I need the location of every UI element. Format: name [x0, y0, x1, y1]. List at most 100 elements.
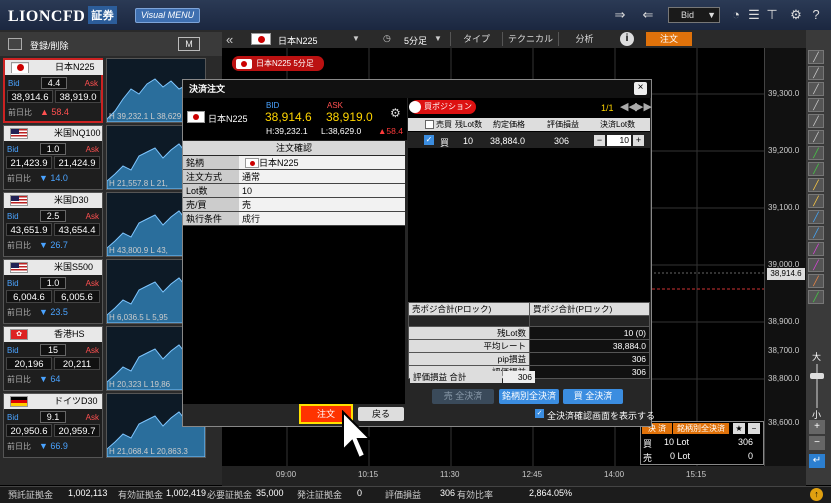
select-all-checkbox[interactable] — [425, 120, 434, 129]
footer-value: 306 — [440, 488, 456, 498]
drawing-tool-icon[interactable]: ╱ — [808, 98, 824, 112]
settle-by-symbol-button[interactable]: 銘柄別全決済 — [673, 423, 729, 434]
zoom-slider-handle[interactable] — [810, 373, 824, 379]
footer-label: 評価損益 — [385, 490, 422, 500]
star-icon[interactable]: ★ — [733, 423, 745, 434]
ask-price[interactable]: 21,424.9 — [54, 156, 100, 169]
buy-label: 買 — [643, 439, 653, 449]
spread-value: 1.0 — [40, 143, 66, 155]
bid-price[interactable]: 6,004.6 — [6, 290, 52, 303]
prev-day-label: 前日比 — [7, 442, 31, 451]
zoom-slider-track[interactable] — [816, 364, 818, 408]
drawing-tool-icon[interactable]: ╱ — [808, 274, 824, 288]
buy-all-button[interactable]: 買 全決済 — [563, 389, 623, 404]
drawing-tool-icon[interactable]: ╱ — [808, 226, 824, 240]
drawing-tool-icon[interactable]: ╱ — [808, 66, 824, 80]
bid-price[interactable]: 38,914.6 — [7, 90, 53, 103]
visual-menu-button[interactable]: Visual MENU — [135, 8, 200, 23]
instrument-card[interactable]: ドイツD30 Bid Ask 9.1 20,950.6 20,959.7 前日比… — [3, 393, 103, 458]
ask-price[interactable]: 20,211 — [54, 357, 100, 370]
rate-type-select[interactable]: Bid ▼ — [668, 7, 720, 23]
help-icon[interactable]: ? — [808, 7, 824, 23]
ask-label: Ask — [85, 346, 99, 355]
drawing-tool-icon[interactable]: ╱ — [808, 290, 824, 304]
drawing-tool-icon[interactable]: ╱ — [808, 130, 824, 144]
pie-chart-icon[interactable]: ◔ — [728, 7, 744, 23]
list-icon[interactable]: ☰ — [746, 7, 762, 23]
confirm-checkbox[interactable]: ✓ — [535, 409, 544, 418]
summary-value: 10 (0) — [529, 326, 650, 340]
confirm-checkbox-label: 全決済確認画面を表示する — [547, 411, 656, 421]
instrument-card[interactable]: 日本N225 Bid Ask 4.4 38,914.6 38,919.0 前日比… — [3, 58, 103, 123]
confirm-header: 注文確認 — [183, 141, 405, 155]
list-icon[interactable] — [8, 38, 22, 50]
minimize-icon[interactable]: − — [748, 423, 760, 434]
instrument-card[interactable]: 米国D30 Bid Ask 2.5 43,651.9 43,654.4 前日比 … — [3, 192, 103, 257]
drawing-tool-icon[interactable]: ╱ — [808, 178, 824, 192]
high-low-label: H 43,800.9 L 43, — [109, 246, 168, 255]
ask-price[interactable]: 6,005.6 — [54, 290, 100, 303]
return-icon[interactable]: ↵ — [809, 454, 825, 468]
summary-key: pip損益 — [408, 352, 530, 366]
radio-icon[interactable] — [409, 101, 421, 113]
register-delete-button[interactable]: 登録/削除 — [30, 39, 69, 52]
ask-price[interactable]: 20,959.7 — [54, 424, 100, 437]
tab-type[interactable]: タイプ — [450, 32, 502, 46]
drawing-tool-icon[interactable]: ╱ — [808, 194, 824, 208]
drawing-tool-icon[interactable]: ╱ — [808, 242, 824, 256]
chevron-down-icon[interactable]: ▼ — [352, 34, 360, 43]
scroll-top-icon[interactable]: ↑ — [810, 488, 823, 501]
gear-icon[interactable]: ⚙ — [390, 106, 401, 120]
bid-price[interactable]: 20,196 — [6, 357, 52, 370]
drawing-tool-icon[interactable]: ╱ — [808, 114, 824, 128]
drawing-tool-icon[interactable]: ╱ — [808, 258, 824, 272]
flag-icon — [187, 111, 205, 123]
close-lot-input[interactable]: 10 — [607, 135, 631, 146]
drawing-tool-icon[interactable]: ╱ — [808, 50, 824, 64]
gear-icon[interactable]: ⚙ — [788, 7, 804, 23]
settle-by-symbol-button[interactable]: 銘柄別全決済 — [499, 389, 559, 404]
m-button[interactable]: M — [178, 37, 200, 51]
drawing-tool-icon[interactable]: ╱ — [808, 146, 824, 160]
sell-pl: 0 — [748, 451, 754, 461]
info-icon[interactable]: i — [620, 32, 634, 46]
pin-icon[interactable]: ⊤ — [764, 7, 780, 23]
ask-price[interactable]: 38,919.0 — [55, 90, 101, 103]
logout-arrow-icon[interactable]: ⇐ — [640, 7, 656, 23]
chevron-down-icon[interactable]: ▼ — [434, 34, 442, 43]
header-close-lot: 決済Lot数 — [600, 120, 636, 129]
footer-label: 預託証拠金 — [8, 490, 54, 500]
bid-price[interactable]: 21,423.9 — [6, 156, 52, 169]
lot-decrement-button[interactable]: − — [594, 135, 605, 146]
next-page-icon[interactable]: ▶▶ — [635, 100, 652, 113]
instrument-card[interactable]: 米国S500 Bid Ask 1.0 6,004.6 6,005.6 前日比 ▼… — [3, 259, 103, 324]
drawing-tool-icon[interactable]: ╱ — [808, 162, 824, 176]
page-indicator: 1/1 — [601, 103, 614, 113]
sell-sum-header: 売ポジ合計(Pロック) — [408, 302, 530, 316]
close-icon[interactable]: × — [634, 82, 647, 95]
login-arrow-icon[interactable]: ⇒ — [612, 7, 628, 23]
bid-price[interactable]: 20,950.6 — [6, 424, 52, 437]
summary-value: 306 — [529, 352, 650, 366]
drawing-tool-icon[interactable]: ╱ — [808, 82, 824, 96]
sell-all-button[interactable]: 売 全決済 — [432, 389, 494, 404]
collapse-icon[interactable]: « — [226, 32, 233, 47]
tab-order[interactable]: 注文 — [646, 32, 692, 46]
instrument-card[interactable]: 香港HS ✿ Bid Ask 15 20,196 20,211 前日比 ▼ 64 — [3, 326, 103, 391]
lot-increment-button[interactable]: + — [633, 135, 644, 146]
row-checkbox[interactable]: ✓ — [424, 135, 434, 145]
time-tick: 09:00 — [276, 470, 297, 479]
chart-symbol[interactable]: 日本N225 — [278, 34, 318, 47]
drawing-tool-icon[interactable]: ╱ — [808, 210, 824, 224]
tab-technical[interactable]: テクニカル — [502, 32, 558, 46]
tab-analysis[interactable]: 分析 — [558, 32, 610, 46]
instrument-card[interactable]: 米国NQ100 Bid Ask 1.0 21,423.9 21,424.9 前日… — [3, 125, 103, 190]
timeframe-select[interactable]: 5分足 — [404, 34, 427, 47]
bid-price[interactable]: 43,651.9 — [6, 223, 52, 236]
confirm-row: Lot数 10 — [183, 183, 405, 198]
minus-icon[interactable]: − — [809, 436, 825, 450]
ask-price[interactable]: 43,654.4 — [54, 223, 100, 236]
prev-day-label: 前日比 — [7, 308, 31, 317]
bid-label: Bid — [7, 279, 19, 288]
plus-icon[interactable]: + — [809, 420, 825, 434]
